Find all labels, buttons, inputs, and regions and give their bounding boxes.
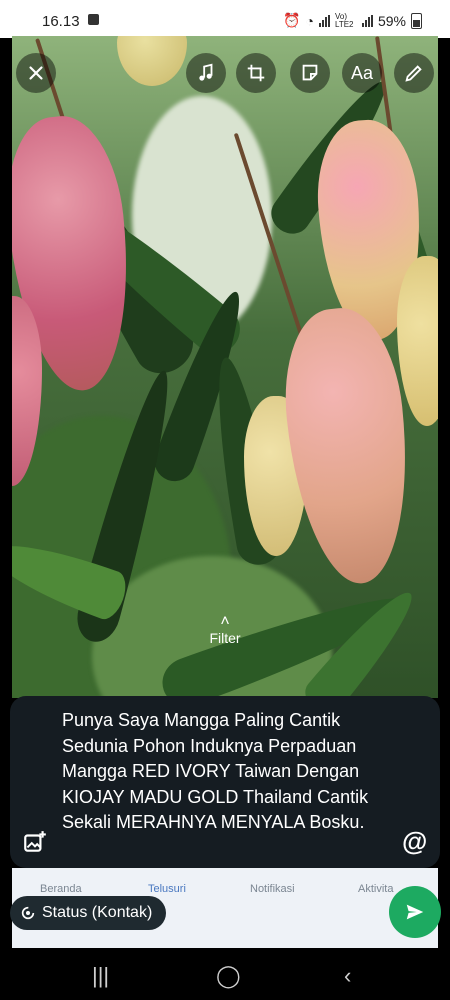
back-button[interactable]: ‹ [344, 963, 351, 989]
battery-percent: 59% [377, 12, 406, 29]
music-button[interactable] [186, 53, 226, 93]
sticker-icon [302, 64, 318, 81]
network-type: Vo) LTE2 [334, 11, 354, 29]
close-icon [29, 66, 43, 80]
text-tool-label: Aa [350, 62, 374, 83]
close-button[interactable] [16, 53, 56, 93]
send-button[interactable] [389, 886, 441, 938]
wifi-icon: ◔ [305, 12, 314, 29]
mango [397, 256, 438, 426]
photo-preview[interactable] [12, 36, 438, 698]
filter-hint[interactable]: ˄ Filter [192, 613, 258, 647]
send-icon [406, 904, 424, 920]
background-nav-item: Notifikasi [250, 883, 295, 895]
status-time: 16.13 [42, 13, 80, 30]
mention-button[interactable]: @ [402, 828, 428, 854]
filter-label: Filter [209, 630, 241, 646]
draw-button[interactable] [394, 53, 434, 93]
status-bar: 16.13 ⏰ ◔ Vo) LTE2 59% [0, 0, 450, 38]
caption-input[interactable]: Punya Saya Mangga Paling Cantik Sedunia … [62, 708, 392, 836]
home-button[interactable]: ◯ [216, 963, 241, 989]
signal-icon [318, 14, 330, 27]
crop-rotate-button[interactable] [236, 53, 276, 93]
background-nav-item: Beranda [40, 883, 82, 895]
sticker-button[interactable] [290, 53, 330, 93]
system-navigation-bar: ||| ◯ ‹ [0, 948, 450, 1000]
message-notification-icon [88, 14, 99, 25]
background-nav-item: Aktivita [358, 883, 394, 895]
music-icon [199, 63, 213, 81]
crop-rotate-icon [247, 64, 265, 82]
chevron-up-icon: ˄ [220, 613, 230, 630]
add-sticker-button[interactable] [22, 829, 48, 855]
add-image-icon [24, 831, 46, 852]
mango [117, 36, 187, 86]
pencil-icon [405, 65, 422, 82]
at-icon: @ [402, 826, 428, 856]
status-icon [21, 906, 35, 920]
alarm-icon: ⏰ [283, 12, 301, 28]
status-icons: ⏰ ◔ Vo) LTE2 59% [283, 12, 422, 29]
text-tool-button[interactable]: Aa [342, 53, 382, 93]
background-nav-item: Telusuri [148, 883, 186, 895]
audience-label: Status (Kontak) [42, 904, 153, 921]
battery-icon [411, 12, 422, 29]
recent-apps-button[interactable]: ||| [92, 963, 109, 989]
signal-icon-2 [361, 14, 373, 27]
status-audience-selector[interactable]: Status (Kontak) [10, 896, 167, 930]
